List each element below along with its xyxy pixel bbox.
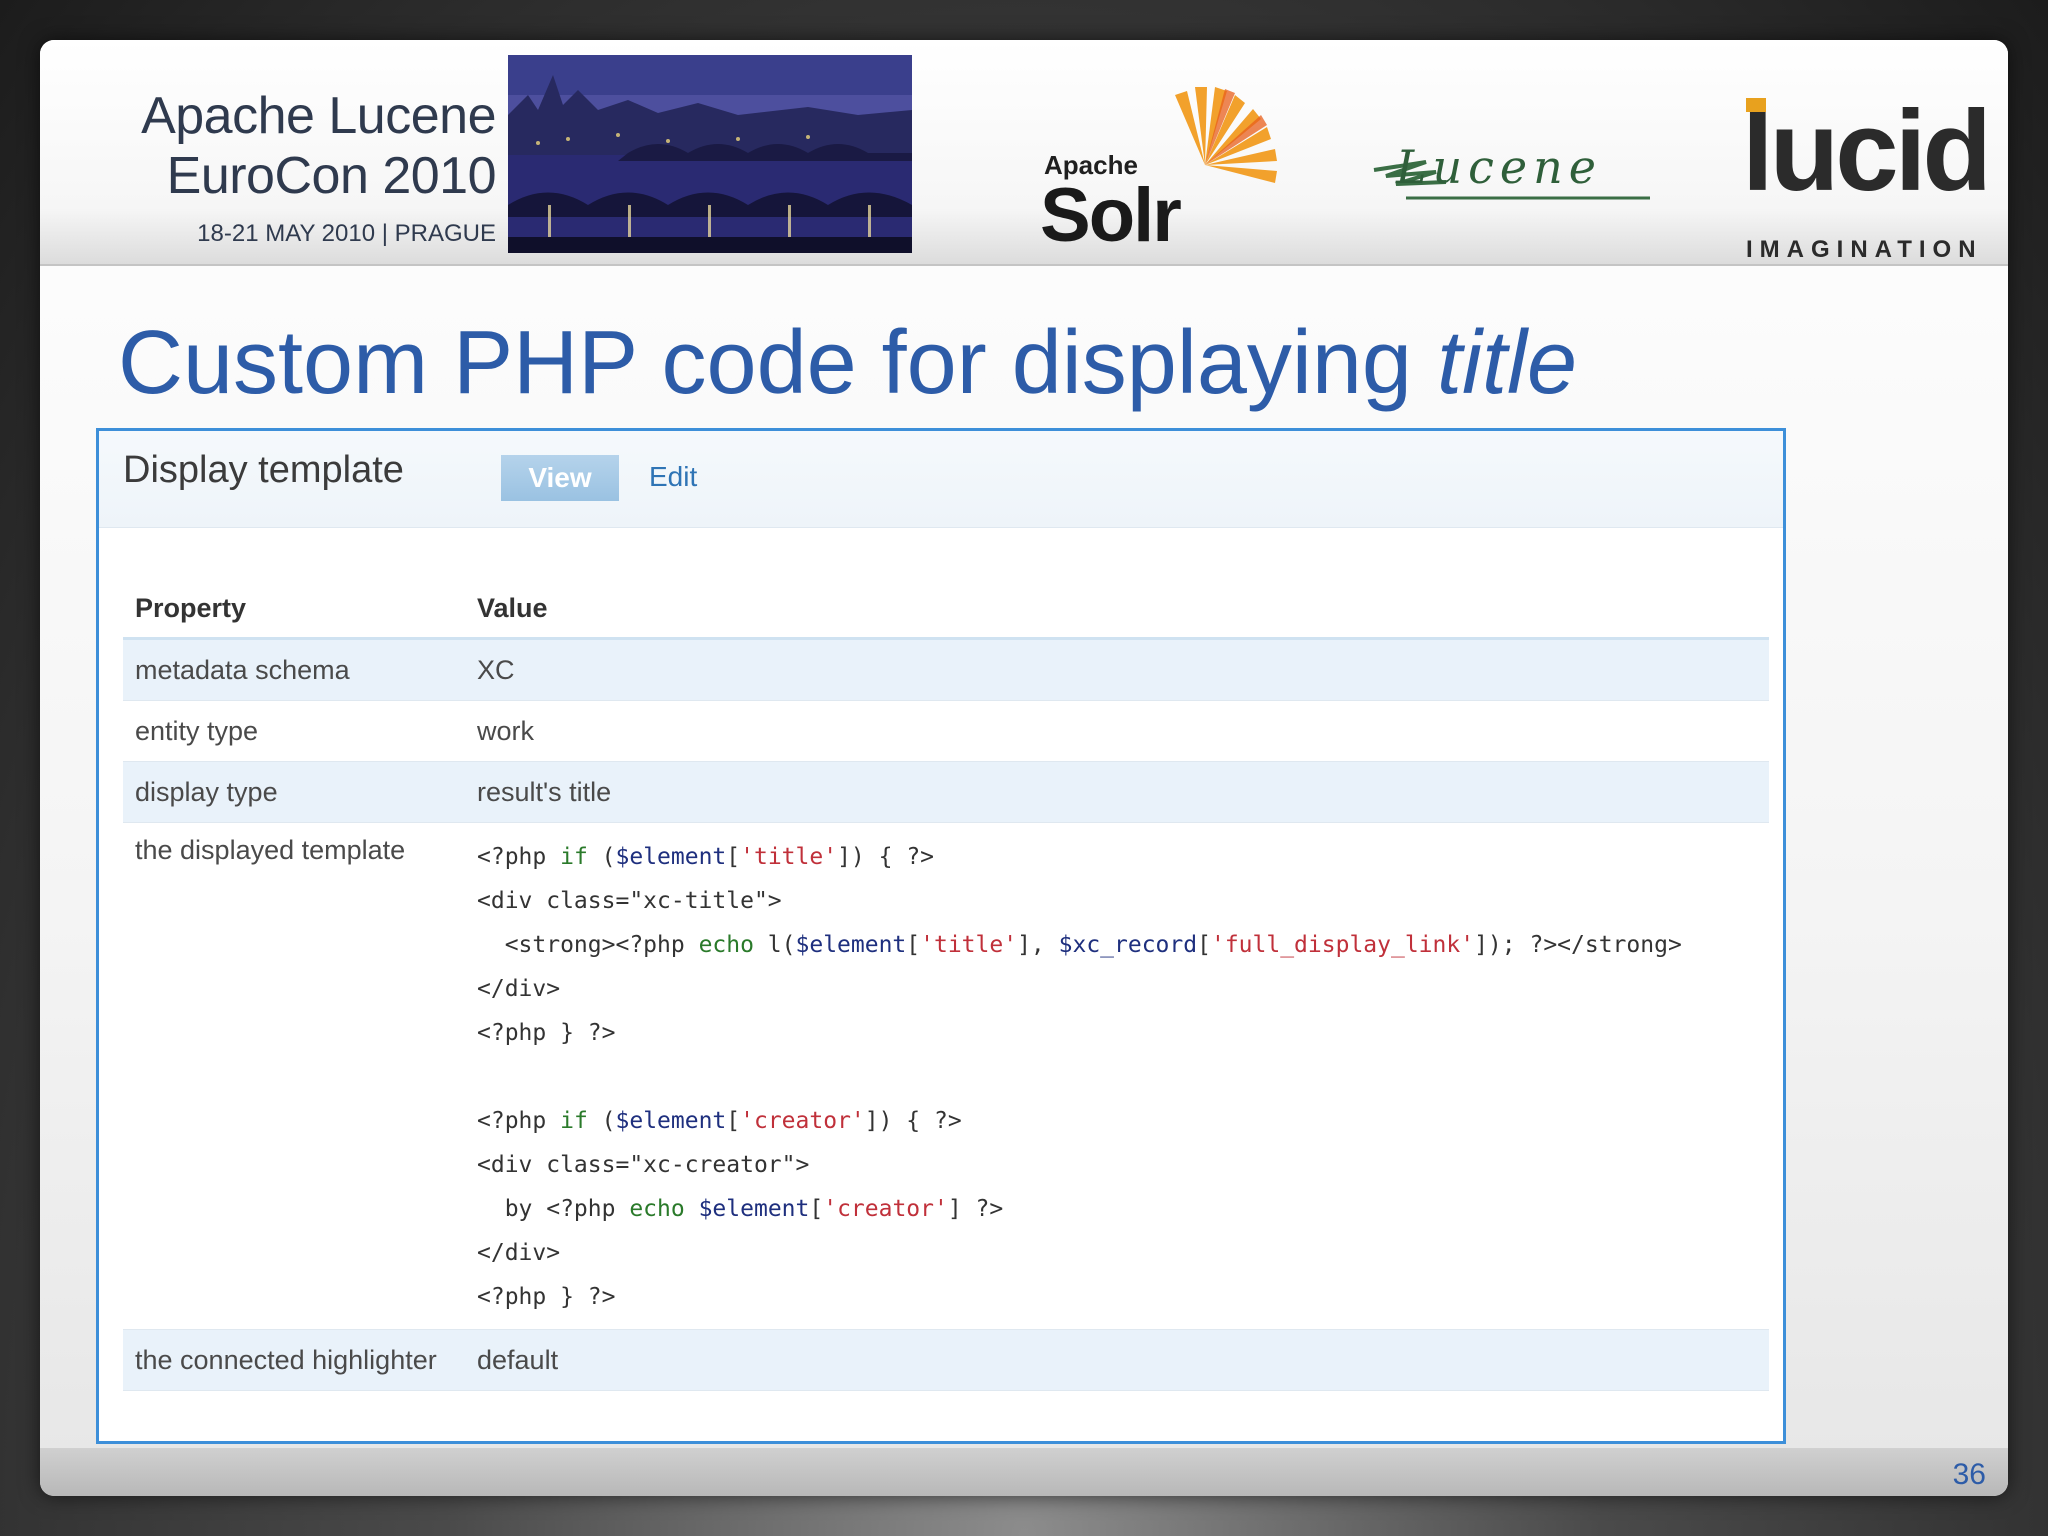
code-line: <?php if ($element['title']) { ?> — [477, 844, 935, 870]
page-number: 36 — [1952, 1458, 1986, 1491]
code-line: <?php if ($element['creator']) { ?> — [477, 1108, 962, 1134]
value-cell: result's title — [465, 761, 1769, 823]
panel-header: Display template View Edit — [99, 431, 1783, 528]
code-line: <strong><?php echo l($element['title'], … — [477, 932, 1682, 958]
display-template-panel: Display template View Edit Property Valu… — [96, 428, 1786, 1444]
slide: Apache Lucene EuroCon 2010 18-21 MAY 201… — [40, 40, 2008, 1496]
tab-view[interactable]: View — [501, 455, 619, 501]
conference-name-line2: EuroCon 2010 — [166, 147, 497, 205]
table-row: metadata schema XC — [123, 638, 1769, 701]
slide-title-emphasis: title — [1436, 313, 1578, 413]
solr-label: Solr — [1040, 173, 1182, 258]
panel-title: Display template — [123, 449, 404, 491]
slide-header: Apache Lucene EuroCon 2010 18-21 MAY 201… — [40, 40, 2008, 266]
value-cell: default — [465, 1329, 1769, 1391]
code-line: by <?php echo $element['creator'] ?> — [477, 1196, 1004, 1222]
table-row: display type result's title — [123, 761, 1769, 823]
code-line: </div> — [477, 976, 561, 1002]
table-row-template: the displayed template <?php if ($elemen… — [123, 822, 1769, 1330]
code-line: <?php } ?> — [477, 1020, 616, 1046]
code-line: <div class="xc-creator"> — [477, 1152, 810, 1178]
code-line: <div class="xc-title"> — [477, 888, 782, 914]
conference-name: Apache Lucene EuroCon 2010 — [76, 86, 496, 206]
conference-date: 18-21 MAY 2010 | PRAGUE — [197, 220, 496, 247]
tab-edit[interactable]: Edit — [649, 461, 697, 493]
property-cell: display type — [123, 761, 465, 823]
prague-bridges-photo — [508, 55, 912, 253]
lucene-label: Lucene — [1396, 140, 1603, 194]
table-row-highlighter: the connected highlighter default — [123, 1329, 1769, 1391]
template-code-cell: <?php if ($element['title']) { ?> <div cl… — [465, 822, 1769, 1330]
properties-table: Property Value metadata schema XC entity… — [123, 579, 1769, 1391]
property-cell: the displayed template — [123, 822, 465, 1330]
column-header-value: Value — [465, 579, 1769, 640]
table-row: entity type work — [123, 700, 1769, 762]
property-cell: metadata schema — [123, 638, 465, 701]
code-line: <?php } ?> — [477, 1284, 616, 1310]
column-header-property: Property — [123, 579, 465, 640]
code-line: </div> — [477, 1240, 561, 1266]
value-cell: work — [465, 700, 1769, 762]
value-cell: XC — [465, 638, 1769, 701]
lucid-logo-text: lucid — [1742, 88, 1992, 215]
slide-title: Custom PHP code for displaying title — [118, 312, 1577, 415]
template-code-block: <?php if ($element['title']) { ?> <div cl… — [477, 835, 1769, 1319]
property-cell: the connected highlighter — [123, 1329, 465, 1391]
property-cell: entity type — [123, 700, 465, 762]
slide-title-text: Custom PHP code for displaying — [118, 313, 1437, 413]
conference-name-line1: Apache Lucene — [141, 87, 496, 145]
slide-footer: 36 — [40, 1448, 2008, 1496]
lucid-accent-icon — [1746, 98, 1766, 112]
table-header-row: Property Value — [123, 579, 1769, 640]
solr-logo: Apache Solr — [1040, 80, 1290, 256]
lucid-logo-subtitle: IMAGINATION — [1746, 236, 1983, 263]
